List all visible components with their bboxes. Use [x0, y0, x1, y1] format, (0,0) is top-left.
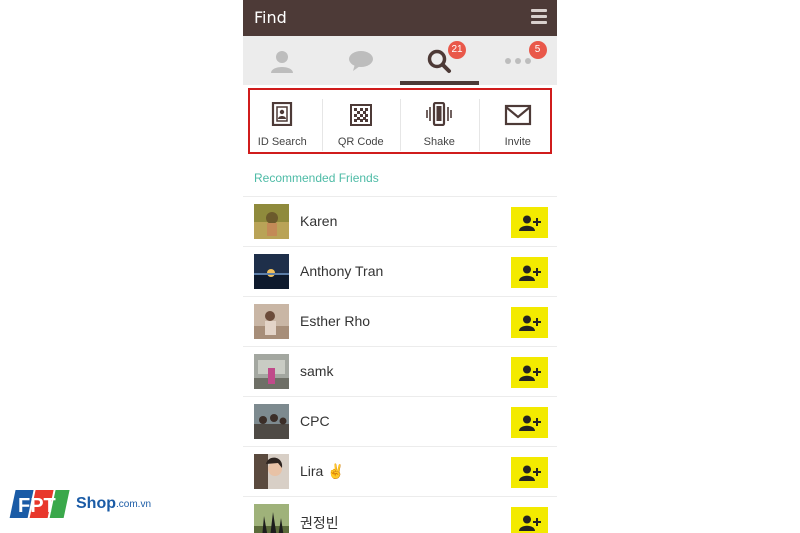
tab-bar: 21 5 — [243, 36, 557, 85]
friend-name: 권정빈 — [300, 515, 339, 531]
section-title: Recommended Friends — [243, 161, 557, 197]
add-friend-button[interactable] — [511, 257, 548, 288]
add-friend-button[interactable] — [511, 457, 548, 488]
add-friend-button[interactable] — [511, 357, 548, 388]
avatar — [254, 304, 289, 339]
add-friend-icon — [518, 415, 541, 431]
tab-find[interactable]: 21 — [400, 36, 479, 85]
friends-list: Karen Anthony Tran Esther Rho samk CPC L… — [243, 197, 557, 533]
add-friend-button[interactable] — [511, 507, 548, 533]
avatar — [254, 404, 289, 439]
add-friend-icon — [518, 315, 541, 331]
fpt-brand-text: FPT — [18, 495, 56, 517]
list-item[interactable]: Lira ✌ — [243, 447, 557, 497]
avatar — [254, 204, 289, 239]
find-badge: 21 — [448, 41, 466, 59]
add-friend-icon — [518, 465, 541, 481]
avatar — [254, 354, 289, 389]
qr-code-icon — [349, 104, 372, 126]
add-friend-icon — [518, 215, 541, 231]
add-friend-button[interactable] — [511, 207, 548, 238]
shake-button[interactable]: Shake — [400, 85, 479, 157]
shop-text: Shop — [76, 495, 116, 512]
friend-name: samk — [300, 363, 334, 379]
list-item[interactable]: samk — [243, 347, 557, 397]
shake-phone-icon — [426, 102, 453, 126]
avatar — [254, 454, 289, 489]
action-label: Invite — [504, 136, 531, 148]
action-label: Shake — [423, 136, 455, 148]
list-item[interactable]: CPC — [243, 397, 557, 447]
friend-name: Lira ✌ — [300, 463, 345, 479]
tab-friends[interactable] — [243, 36, 322, 85]
tab-chats[interactable] — [322, 36, 401, 85]
more-badge: 5 — [528, 41, 547, 59]
add-friend-icon — [518, 515, 541, 531]
tab-more[interactable]: 5 — [479, 36, 558, 85]
add-friend-icon — [518, 265, 541, 281]
add-friend-button[interactable] — [511, 307, 548, 338]
action-label: QR Code — [337, 136, 384, 148]
invite-button[interactable]: Invite — [478, 85, 558, 157]
action-label: ID Search — [257, 136, 307, 148]
id-card-icon — [272, 102, 293, 126]
menu-icon[interactable] — [531, 9, 547, 25]
find-actions: ID Search QR Code Shake Invite — [243, 85, 557, 157]
more-icon — [504, 57, 531, 64]
list-item[interactable]: Anthony Tran — [243, 247, 557, 297]
id-search-button[interactable]: ID Search — [243, 85, 322, 157]
fpt-logo-icon: FPT — [9, 490, 70, 518]
avatar — [254, 504, 289, 533]
friend-name: Esther Rho — [300, 313, 371, 329]
friend-name: CPC — [300, 413, 330, 429]
list-item[interactable]: Karen — [243, 197, 557, 247]
list-item[interactable]: 권정빈 — [243, 497, 557, 533]
friend-name: Karen — [300, 213, 338, 229]
app-header: Find — [243, 0, 557, 36]
page-title: Find — [254, 8, 287, 27]
add-friend-icon — [518, 365, 541, 381]
phone-screen: Find 21 5 ID Search QR Code Shake Invite… — [243, 0, 557, 533]
chat-bubble-icon — [348, 50, 373, 71]
person-icon — [271, 50, 294, 73]
add-friend-button[interactable] — [511, 407, 548, 438]
fpt-shop-logo: FPT Shop .com.vn — [8, 488, 151, 520]
qr-code-button[interactable]: QR Code — [321, 85, 401, 157]
envelope-icon — [504, 104, 531, 126]
list-item[interactable]: Esther Rho — [243, 297, 557, 347]
avatar — [254, 254, 289, 289]
domain-text: .com.vn — [116, 498, 152, 510]
friend-name: Anthony Tran — [300, 263, 384, 279]
